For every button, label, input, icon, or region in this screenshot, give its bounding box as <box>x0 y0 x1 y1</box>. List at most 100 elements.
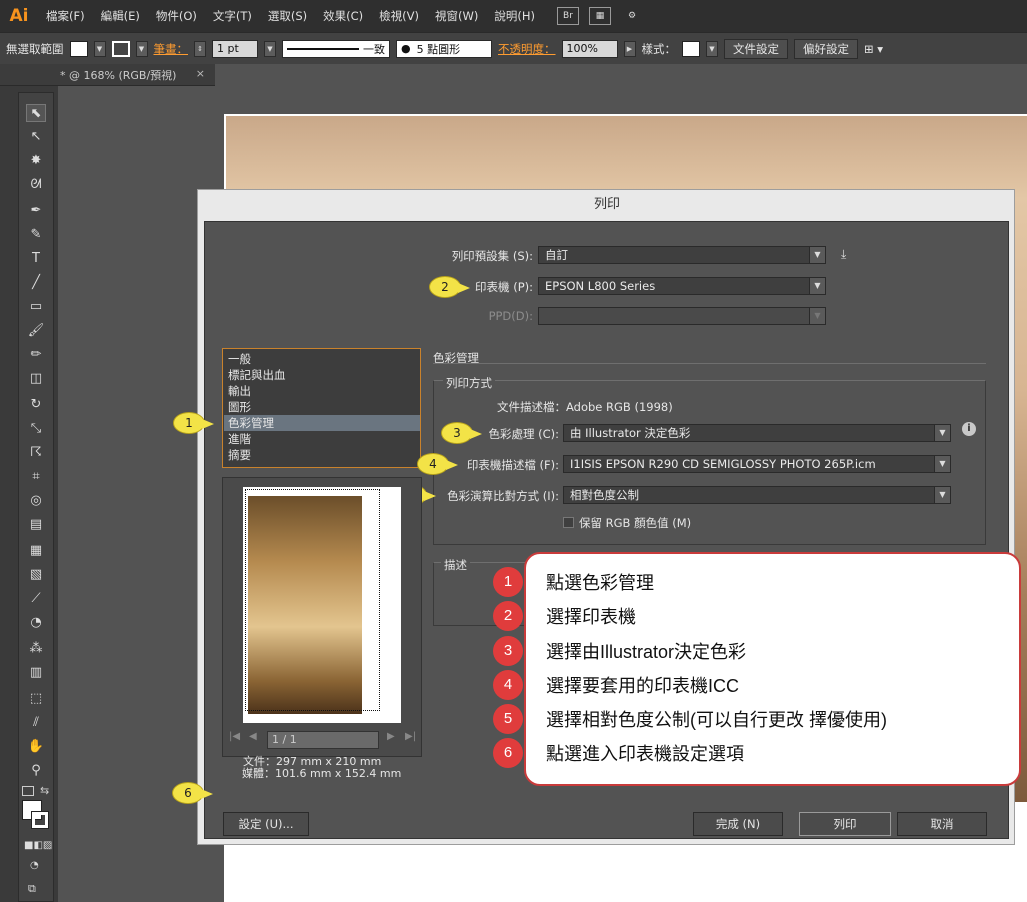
category-color-management[interactable]: 色彩管理 <box>224 415 420 431</box>
stroke-stepper-icon[interactable]: ⇕ <box>194 40 206 57</box>
opacity-dropdown-icon[interactable]: ▶ <box>623 40 636 57</box>
stroke-swatch[interactable] <box>111 40 130 57</box>
cancel-button[interactable]: 取消 <box>897 812 987 836</box>
line-tool-icon[interactable]: ╱ <box>26 274 46 292</box>
rendering-intent-value: 相對色度公制 <box>570 488 639 502</box>
menu-select[interactable]: 選取(S) <box>260 8 315 24</box>
selection-status: 無選取範圍 <box>6 41 64 56</box>
category-list: 一般 標記與出血 輸出 圖形 色彩管理 進階 摘要 <box>222 348 421 468</box>
color-mode-icons[interactable]: ■◧▨ <box>24 840 52 851</box>
free-transform-tool-icon[interactable]: ⌗ <box>26 468 46 486</box>
fill-swatch[interactable] <box>69 40 88 57</box>
first-page-icon[interactable]: |◀ <box>229 731 240 742</box>
default-colors-icon[interactable] <box>22 786 34 796</box>
hand-tool-icon[interactable]: ✋ <box>26 738 46 756</box>
menu-window[interactable]: 視窗(W) <box>427 8 486 24</box>
curvature-tool-icon[interactable]: ✎ <box>26 226 46 244</box>
symbol-sprayer-tool-icon[interactable]: ⁂ <box>26 640 46 658</box>
category-advanced[interactable]: 進階 <box>228 431 418 447</box>
menu-object[interactable]: 物件(O) <box>148 8 205 24</box>
arrange-documents-icon[interactable]: ▦ <box>588 7 611 25</box>
preferences-button[interactable]: 偏好設定 <box>794 38 858 59</box>
document-tab[interactable]: * @ 168% (RGB/預視) × <box>0 64 215 86</box>
pen-tool-icon[interactable]: ✒ <box>26 202 46 220</box>
print-preview: |◀ ◀ 1 / 1 ▶ ▶| 文件：297 mm x 210 mm <box>222 477 422 768</box>
drawing-mode-icon[interactable]: ◔ <box>30 860 39 871</box>
done-button[interactable]: 完成 (N) <box>693 812 783 836</box>
printer-profile-dropdown[interactable]: I1ISIS EPSON R290 CD SEMIGLOSSY PHOTO 26… <box>563 455 951 473</box>
warp-tool-icon[interactable]: ☈ <box>26 444 46 462</box>
preset-dropdown[interactable]: 自訂 ▼ <box>538 246 826 264</box>
perspective-grid-tool-icon[interactable]: ▤ <box>26 516 46 534</box>
opacity-label[interactable]: 不透明度： <box>498 41 556 57</box>
zoom-tool-icon[interactable]: ⚲ <box>26 762 46 780</box>
preserve-rgb-checkbox[interactable] <box>563 517 574 528</box>
color-handling-dropdown[interactable]: 由 Illustrator 決定色彩 ▼ <box>563 424 951 442</box>
selection-tool-icon[interactable]: ⬉ <box>26 104 46 122</box>
stroke-profile-dropdown[interactable]: 一致 <box>282 39 390 58</box>
document-tab-title: * @ 168% (RGB/預視) <box>60 68 177 82</box>
menu-type[interactable]: 文字(T) <box>205 8 260 24</box>
print-method-title: 列印方式 <box>443 375 495 391</box>
direct-selection-tool-icon[interactable]: ↖ <box>26 128 46 146</box>
artboard-tool-icon[interactable]: ⬚ <box>26 690 46 708</box>
setup-button[interactable]: 設定 (U)... <box>223 812 309 836</box>
menu-file[interactable]: 檔案(F) <box>38 8 93 24</box>
rectangle-tool-icon[interactable]: ▭ <box>26 298 46 316</box>
rotate-tool-icon[interactable]: ↻ <box>26 396 46 414</box>
blend-tool-icon[interactable]: ◔ <box>26 614 46 632</box>
stroke-color-box[interactable] <box>31 811 49 829</box>
column-graph-tool-icon[interactable]: ▥ <box>26 664 46 682</box>
stroke-label[interactable]: 筆畫： <box>154 41 189 57</box>
screen-mode-icon[interactable]: ⧉ <box>28 882 36 896</box>
slice-tool-icon[interactable]: ⫽ <box>26 714 46 732</box>
menu-effect[interactable]: 效果(C) <box>315 8 371 24</box>
shape-builder-tool-icon[interactable]: ◎ <box>26 492 46 510</box>
type-tool-icon[interactable]: T <box>26 250 46 268</box>
printer-dropdown[interactable]: EPSON L800 Series ▼ <box>538 277 826 295</box>
paintbrush-tool-icon[interactable]: 🖌 <box>26 322 46 340</box>
print-button[interactable]: 列印 <box>799 812 891 836</box>
pencil-tool-icon[interactable]: ✏ <box>26 346 46 364</box>
arrange-icon[interactable]: ⊞ ▾ <box>864 42 883 56</box>
category-marks-bleed[interactable]: 標記與出血 <box>228 367 418 383</box>
swap-colors-icon[interactable]: ⇆ <box>40 784 49 797</box>
document-setup-button[interactable]: 文件設定 <box>724 38 788 59</box>
menu-view[interactable]: 檢視(V) <box>371 8 427 24</box>
info-icon[interactable]: i <box>962 422 976 436</box>
eyedropper-tool-icon[interactable]: ⟋ <box>26 590 46 608</box>
last-page-icon[interactable]: ▶| <box>405 731 416 742</box>
category-general[interactable]: 一般 <box>228 351 418 367</box>
category-output[interactable]: 輸出 <box>228 383 418 399</box>
save-preset-icon[interactable]: ⤓ <box>841 247 846 262</box>
step-number-badge: 5 <box>493 704 523 734</box>
rendering-intent-dropdown[interactable]: 相對色度公制 ▼ <box>563 486 951 504</box>
close-icon[interactable]: × <box>196 67 205 80</box>
preserve-rgb-label: 保留 RGB 顏色值 (M) <box>579 516 692 530</box>
style-dropdown-icon[interactable]: ▼ <box>706 40 718 57</box>
magic-wand-tool-icon[interactable]: ✸ <box>26 152 46 170</box>
menu-edit[interactable]: 編輯(E) <box>93 8 148 24</box>
category-graphics[interactable]: 圖形 <box>228 399 418 415</box>
mesh-tool-icon[interactable]: ▦ <box>26 542 46 560</box>
section-divider <box>433 363 986 364</box>
color-handling-label: 色彩處理 (C): <box>488 427 559 441</box>
eraser-tool-icon[interactable]: ◫ <box>26 370 46 388</box>
prev-page-icon[interactable]: ◀ <box>249 731 257 742</box>
menu-help[interactable]: 說明(H) <box>486 8 543 24</box>
page-field[interactable]: 1 / 1 <box>267 731 379 749</box>
bridge-icon[interactable]: Br <box>556 7 579 25</box>
style-swatch[interactable] <box>682 40 700 57</box>
category-summary[interactable]: 摘要 <box>228 447 418 463</box>
gradient-tool-icon[interactable]: ▧ <box>26 566 46 584</box>
brush-dropdown[interactable]: ● 5 點圓形 <box>396 39 492 58</box>
stroke-weight-input[interactable]: 1 pt <box>212 39 258 58</box>
gpu-performance-icon[interactable]: ⚙ <box>621 7 643 25</box>
lasso-tool-icon[interactable]: ᘛ <box>26 176 46 194</box>
fill-dropdown-icon[interactable]: ▼ <box>93 40 106 57</box>
scale-tool-icon[interactable]: ⤡ <box>26 420 46 438</box>
opacity-input[interactable]: 100% <box>561 39 618 58</box>
next-page-icon[interactable]: ▶ <box>387 731 395 742</box>
stroke-dropdown-icon[interactable]: ▼ <box>135 40 148 57</box>
stroke-weight-dropdown-icon[interactable]: ▼ <box>264 40 276 57</box>
